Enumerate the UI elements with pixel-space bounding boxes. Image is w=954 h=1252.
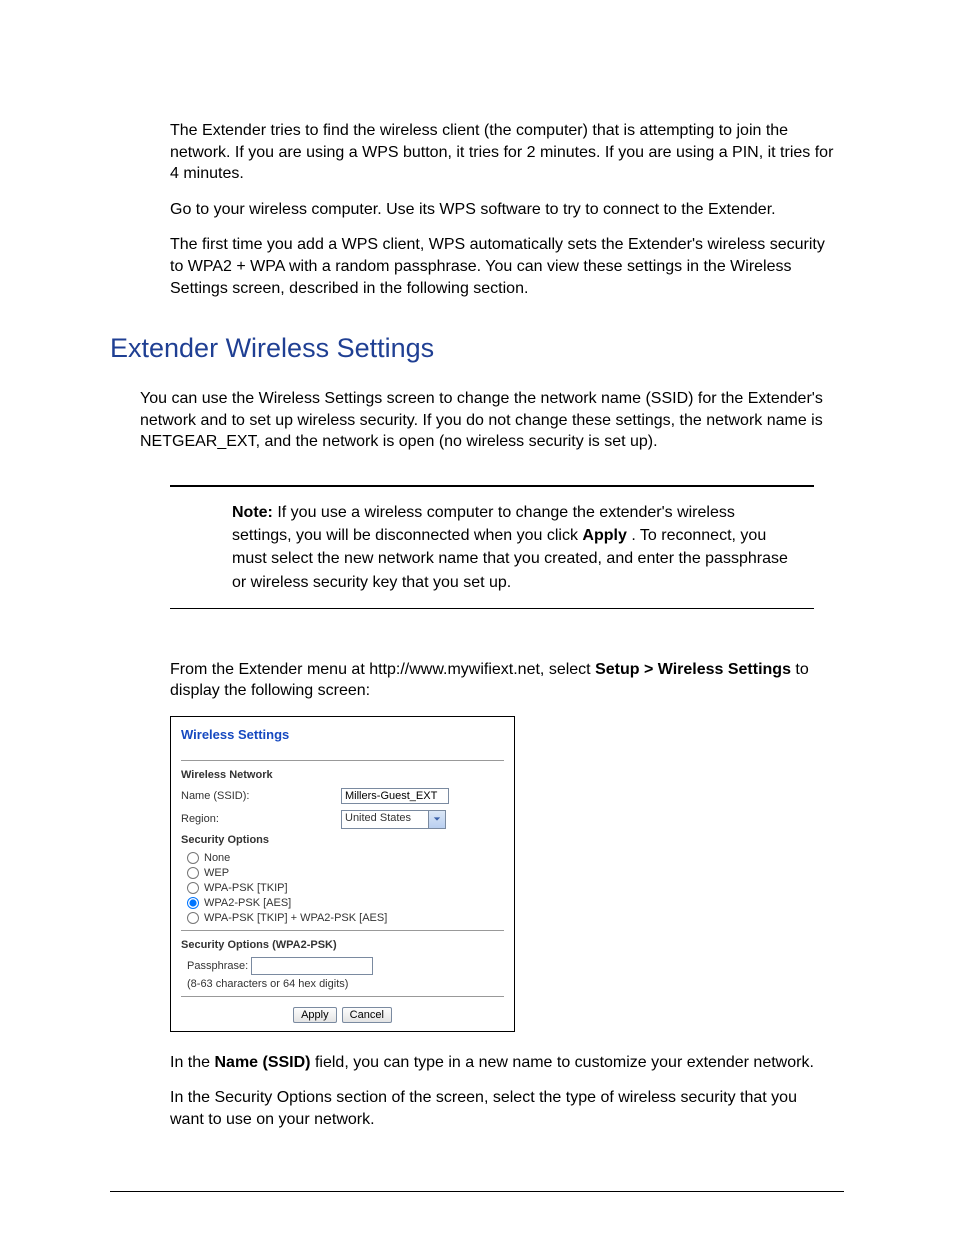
chevron-down-icon[interactable] (428, 811, 445, 828)
cancel-button[interactable]: Cancel (342, 1007, 392, 1023)
paragraph-intro-3: The first time you add a WPS client, WPS… (170, 234, 834, 299)
ssid-instruction: In the Name (SSID) field, you can type i… (170, 1052, 834, 1074)
note-callout: Note: If you use a wireless computer to … (170, 485, 814, 609)
passphrase-input[interactable] (251, 957, 373, 975)
radio-none-label: None (204, 852, 230, 864)
paragraph-intro-1: The Extender tries to find the wireless … (170, 120, 834, 185)
radio-mixed[interactable] (187, 912, 199, 924)
ssid-input[interactable] (341, 788, 449, 804)
security-options-wpa2-heading: Security Options (WPA2-PSK) (181, 939, 504, 951)
security-options-heading: Security Options (181, 834, 504, 846)
security-option-none[interactable]: None (187, 852, 504, 864)
radio-wep-label: WEP (204, 867, 229, 879)
divider-3 (181, 996, 504, 997)
radio-wpa2-label: WPA2-PSK [AES] (204, 897, 291, 909)
ssid-instruction-b: field, you can type in a new name to cus… (311, 1054, 814, 1071)
radio-wpa-label: WPA-PSK [TKIP] (204, 882, 288, 894)
ssid-instruction-bold: Name (SSID) (214, 1054, 310, 1071)
region-select[interactable]: United States (341, 810, 446, 829)
wireless-settings-screenshot: Wireless Settings Wireless Network Name … (170, 716, 515, 1032)
divider (181, 760, 504, 761)
nav-pre: From the Extender menu at http://www.myw… (170, 661, 595, 678)
security-option-mixed[interactable]: WPA-PSK [TKIP] + WPA2-PSK [AES] (187, 912, 504, 924)
radio-mixed-label: WPA-PSK [TKIP] + WPA2-PSK [AES] (204, 912, 387, 924)
security-option-wpa2-psk[interactable]: WPA2-PSK [AES] (187, 897, 504, 909)
note-title: Note: (232, 504, 273, 521)
nav-bold: Setup > Wireless Settings (595, 661, 791, 678)
ssid-instruction-a: In the (170, 1054, 214, 1071)
section-intro: You can use the Wireless Settings screen… (140, 388, 844, 453)
apply-button[interactable]: Apply (293, 1007, 337, 1023)
radio-none[interactable] (187, 852, 199, 864)
region-label: Region: (181, 813, 341, 825)
paragraph-intro-2: Go to your wireless computer. Use its WP… (170, 199, 834, 221)
panel-title: Wireless Settings (181, 727, 504, 742)
footer-divider (110, 1191, 844, 1192)
divider-2 (181, 930, 504, 931)
section-heading: Extender Wireless Settings (110, 333, 844, 364)
wireless-network-heading: Wireless Network (181, 769, 504, 781)
region-value: United States (342, 811, 428, 828)
radio-wep[interactable] (187, 867, 199, 879)
note-apply-word: Apply (582, 527, 626, 544)
passphrase-label: Passphrase: (187, 960, 248, 972)
radio-wpa[interactable] (187, 882, 199, 894)
security-instruction: In the Security Options section of the s… (170, 1087, 834, 1130)
security-option-wpa-psk[interactable]: WPA-PSK [TKIP] (187, 882, 504, 894)
ssid-label: Name (SSID): (181, 790, 341, 802)
radio-wpa2[interactable] (187, 897, 199, 909)
passphrase-hint: (8-63 characters or 64 hex digits) (187, 978, 348, 990)
nav-instruction: From the Extender menu at http://www.myw… (170, 659, 834, 702)
security-option-wep[interactable]: WEP (187, 867, 504, 879)
